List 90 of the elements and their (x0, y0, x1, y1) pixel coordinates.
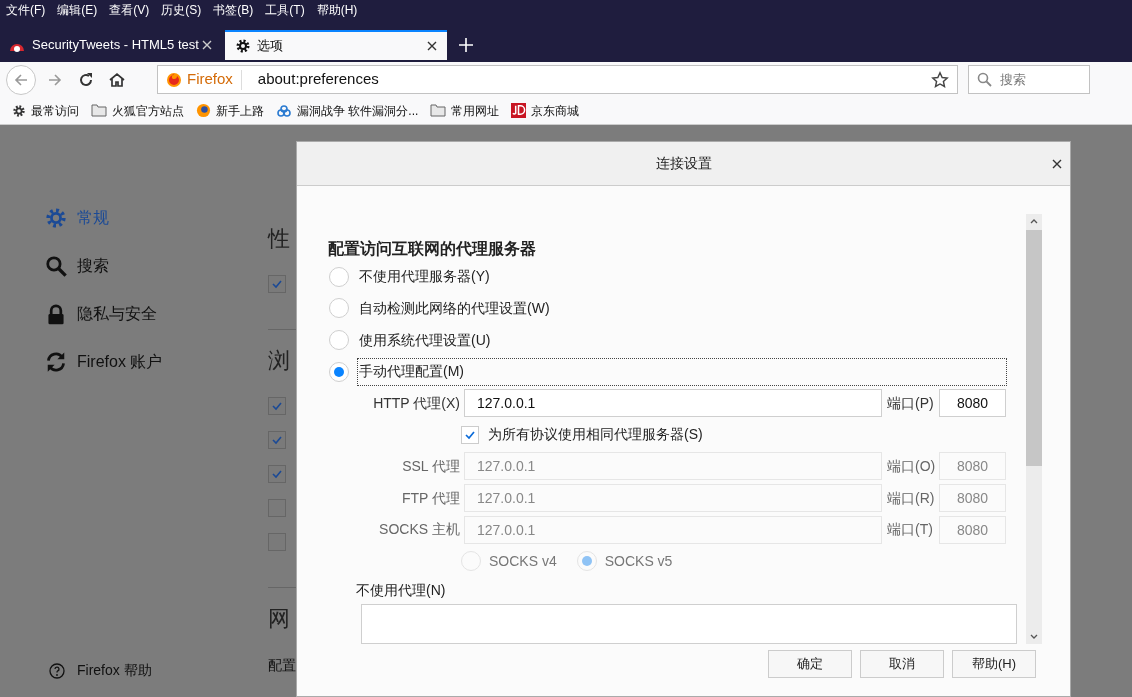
checkbox[interactable] (268, 431, 286, 449)
host-field[interactable]: 127.0.0.1 (464, 389, 882, 418)
scrollbar[interactable] (1026, 214, 1042, 644)
radio-label[interactable]: 不使用代理服务器(Y) (357, 262, 491, 291)
reload-icon[interactable] (78, 71, 94, 88)
radio-button[interactable] (329, 266, 349, 287)
tab-title: 选项 (257, 37, 284, 56)
field-label: SOCKS 主机 (378, 520, 460, 540)
firefox-logo-icon (166, 71, 182, 88)
menu-item[interactable]: 文件(F) (6, 1, 46, 19)
gear-icon (45, 207, 67, 229)
menu-item[interactable]: 书签(B) (213, 1, 254, 19)
home-icon[interactable] (108, 71, 126, 88)
search-field[interactable]: 搜索 (968, 65, 1090, 94)
new-tab-icon[interactable] (459, 38, 473, 52)
checkbox[interactable] (268, 275, 286, 293)
url-text: about:preferences (257, 69, 380, 90)
address-bar[interactable]: Firefox about:preferences (157, 65, 958, 94)
menu-item[interactable]: 帮助(H) (316, 1, 358, 19)
radio-button[interactable] (329, 361, 349, 382)
checkbox[interactable] (268, 397, 286, 415)
scroll-up-icon[interactable] (1030, 218, 1038, 224)
scroll-down-icon[interactable] (1030, 634, 1038, 640)
search-icon (45, 255, 67, 277)
field-label: FTP 代理 (400, 488, 460, 508)
firefox-logo-icon (196, 103, 211, 118)
field-label: HTTP 代理(X) (372, 393, 460, 413)
section-heading: 配置访问互联网的代理服务器 (328, 239, 537, 259)
radio-button[interactable] (329, 298, 349, 319)
radio-label[interactable]: 手动代理配置(M) (357, 357, 1007, 386)
browser-tab[interactable]: 选项 (225, 30, 447, 60)
help-icon (49, 662, 65, 679)
section-heading: 性 (268, 224, 291, 253)
radio-button[interactable] (329, 330, 349, 350)
sync-icon (45, 351, 67, 373)
store-logo-icon (511, 103, 527, 118)
radio-label[interactable]: 使用系统代理设置(U) (357, 326, 492, 354)
scrollbar-thumb[interactable] (1026, 230, 1042, 466)
checkbox[interactable] (268, 465, 286, 483)
section-heading: 网 (268, 604, 291, 633)
check-icon (271, 468, 283, 480)
back-button[interactable] (6, 64, 36, 95)
dialog-button[interactable]: 确定 (768, 650, 852, 678)
check-icon (271, 434, 283, 446)
close-icon[interactable] (427, 41, 437, 51)
bookmark-link[interactable]: 常用网址 (451, 101, 500, 120)
sidebar-item[interactable]: 隐私与安全 (77, 302, 157, 326)
bookmark-star-icon[interactable] (931, 70, 949, 89)
dialog-button[interactable]: 帮助(H) (952, 650, 1036, 678)
sidebar-item[interactable]: Firefox 账户 (77, 350, 163, 374)
folder-icon (91, 104, 107, 117)
search-icon (977, 72, 993, 88)
lock-icon (45, 303, 67, 325)
bookmark-link[interactable]: 火狐官方站点 (112, 101, 184, 120)
tab-title: SecurityTweets - HTML5 test (32, 36, 200, 55)
forward-arrow-icon[interactable] (46, 71, 64, 88)
menu-item[interactable]: 查看(V) (109, 1, 150, 19)
section-heading: 浏 (268, 346, 291, 375)
field-label: SSL 代理 (401, 456, 460, 476)
cloud-icon (276, 104, 292, 117)
bookmark-link[interactable]: 新手上路 (216, 101, 264, 120)
back-arrow-icon (13, 71, 29, 88)
gear-icon (235, 38, 251, 54)
browser-tab[interactable]: SecurityTweets - HTML5 test (0, 30, 220, 60)
identity-label: Firefox (187, 69, 233, 90)
bookmark-link[interactable]: 最常访问 (31, 101, 79, 120)
section-text: 配置 (268, 655, 296, 675)
checkbox-label[interactable]: 为所有协议使用相同代理服务器(S) (488, 424, 703, 446)
check-icon (271, 400, 283, 412)
folder-icon (430, 104, 447, 117)
gear-icon (12, 103, 26, 118)
dialog-button[interactable]: 取消 (860, 650, 944, 678)
field-label: 端口(T) (887, 520, 934, 540)
text-area[interactable] (361, 604, 1017, 644)
bookmark-link[interactable]: 京东商城 (531, 101, 580, 120)
menu-item[interactable]: 工具(T) (265, 1, 305, 19)
help-link[interactable]: Firefox 帮助 (77, 660, 152, 681)
field-label: 端口(O) (887, 456, 937, 476)
check-icon (271, 278, 283, 290)
sidebar-item[interactable]: 搜索 (77, 254, 109, 278)
field-label: 不使用代理(N) (356, 581, 447, 601)
bookmark-link[interactable]: 漏洞战争 软件漏洞分... (297, 101, 419, 120)
radio-label[interactable]: 自动检测此网络的代理设置(W) (357, 294, 551, 323)
menu-item[interactable]: 编辑(E) (57, 1, 98, 19)
menu-item[interactable]: 历史(S) (161, 1, 202, 19)
port-field[interactable]: 8080 (939, 389, 1006, 418)
field-label: 端口(R) (887, 488, 936, 508)
field-label: 端口(P) (887, 393, 935, 413)
close-icon[interactable] (1052, 158, 1062, 169)
dialog-title: 连接设置 (655, 154, 712, 173)
